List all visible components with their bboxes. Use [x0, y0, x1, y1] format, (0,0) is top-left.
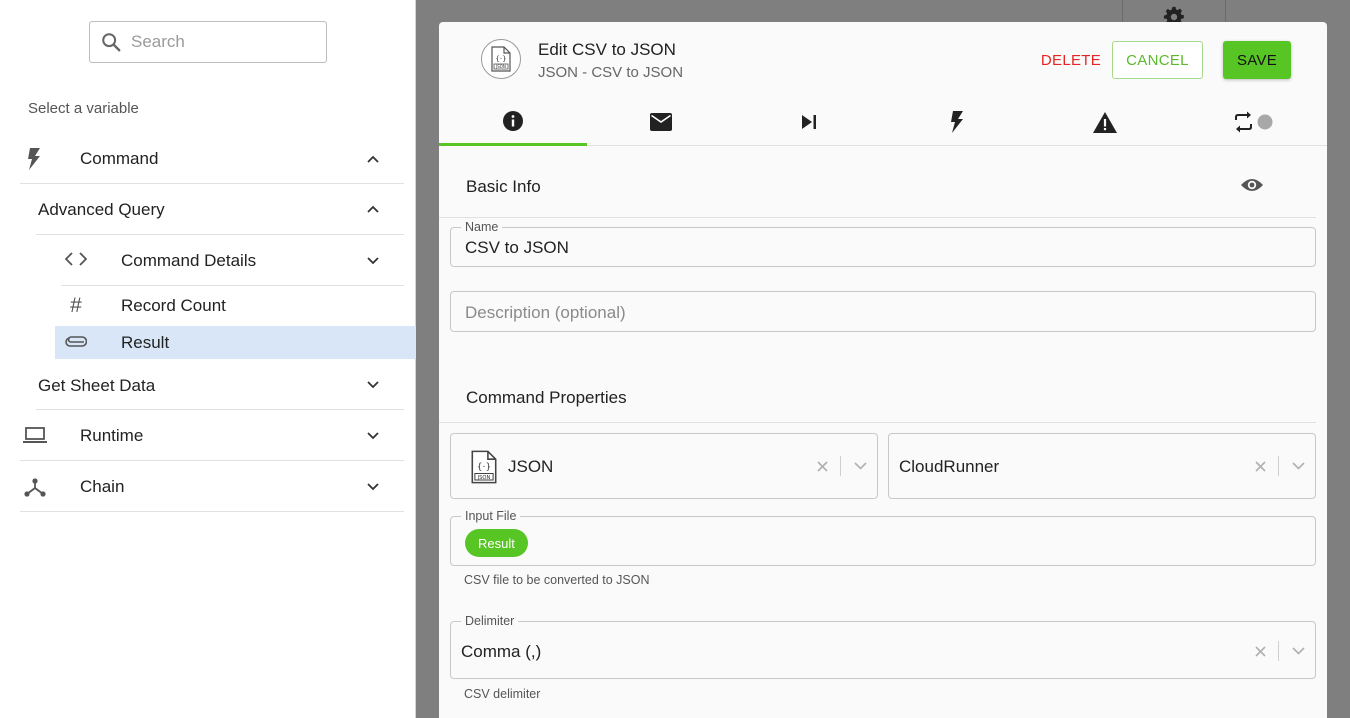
select-separator [1278, 456, 1279, 476]
chevron-up-icon[interactable] [366, 202, 380, 216]
save-button[interactable]: SAVE [1223, 41, 1291, 79]
svg-text:{·}: {·} [477, 463, 491, 473]
delimiter-helper: CSV delimiter [464, 687, 541, 701]
warning-icon [1093, 111, 1117, 133]
svg-text:JSON: JSON [495, 64, 506, 69]
tab-next[interactable] [735, 98, 883, 146]
tab-info[interactable] [439, 98, 587, 146]
clear-icon[interactable] [1253, 644, 1267, 658]
tree-item-chain[interactable]: Chain [20, 461, 404, 512]
modal-title: Edit CSV to JSON [538, 40, 676, 59]
variable-picker-panel: Select a variable Command Advanced Query… [0, 0, 416, 718]
input-file-chip[interactable]: Result [465, 529, 528, 557]
connector-select[interactable]: {·} JSON JSON [450, 433, 878, 499]
json-file-icon: {·} JSON [481, 39, 521, 79]
svg-text:{·}: {·} [495, 55, 506, 63]
chevron-up-icon[interactable] [366, 152, 380, 166]
tree-item-runtime[interactable]: Runtime [20, 410, 404, 461]
lightning-icon [26, 147, 42, 171]
json-file-icon: {·} JSON [471, 450, 497, 489]
chain-icon [23, 476, 47, 498]
chevron-down-icon[interactable] [366, 254, 380, 268]
laptop-icon [22, 425, 48, 445]
input-file-field[interactable]: Input File Result [450, 509, 1316, 566]
search-icon [102, 33, 121, 52]
tree-item-advanced-query[interactable]: Advanced Query [36, 184, 404, 235]
tree-item-label: Record Count [121, 296, 226, 315]
hash-icon: # [70, 294, 82, 317]
search-input[interactable] [131, 32, 311, 52]
tab-notifications[interactable] [587, 98, 735, 146]
chevron-down-icon[interactable] [1291, 459, 1305, 473]
delimiter-label: Delimiter [461, 614, 519, 628]
tree-item-label: Runtime [80, 426, 144, 445]
name-value[interactable]: CSV to JSON [465, 238, 569, 258]
chevron-down-icon[interactable] [853, 459, 867, 473]
svg-text:JSON: JSON [477, 475, 491, 481]
name-label: Name [461, 220, 503, 234]
tree-item-label: Command Details [121, 251, 257, 270]
edit-command-modal: {·} JSON Edit CSV to JSON JSON - CSV to J… [439, 22, 1327, 718]
tree-item-label: Result [121, 333, 170, 352]
tree-item-label: Advanced Query [38, 200, 165, 219]
chevron-down-icon[interactable] [1291, 644, 1305, 658]
background-divider [1225, 0, 1226, 22]
tab-retry[interactable] [1179, 98, 1327, 146]
delete-button[interactable]: DELETE [1027, 41, 1115, 79]
clear-icon[interactable] [815, 459, 829, 473]
select-separator [1278, 641, 1279, 661]
tree-item-record-count[interactable]: # Record Count [61, 286, 404, 326]
search-box[interactable] [89, 21, 327, 63]
background-divider [1122, 0, 1123, 22]
tree-item-get-sheet-data[interactable]: Get Sheet Data [36, 359, 404, 410]
tree-item-command[interactable]: Command [20, 134, 404, 184]
command-properties-header: Command Properties [439, 362, 1316, 423]
tree-item-result[interactable]: Result [55, 326, 416, 359]
input-file-helper: CSV file to be converted to JSON [464, 573, 650, 587]
select-variable-label: Select a variable [28, 100, 139, 117]
chevron-down-icon[interactable] [366, 429, 380, 443]
skip-next-icon [802, 115, 816, 129]
input-file-label: Input File [461, 509, 521, 523]
eye-icon[interactable] [1240, 177, 1264, 198]
chevron-down-icon[interactable] [366, 378, 380, 392]
info-icon [503, 110, 523, 131]
runner-value: CloudRunner [899, 457, 1000, 476]
modal-subtitle: JSON - CSV to JSON [538, 64, 684, 81]
lightning-icon [951, 111, 963, 133]
description-placeholder[interactable]: Description (optional) [465, 303, 626, 323]
name-field[interactable]: Name CSV to JSON [450, 220, 1316, 267]
tab-errors[interactable] [1031, 98, 1179, 146]
tree-item-label: Chain [80, 477, 125, 496]
delimiter-value: Comma (,) [461, 642, 542, 661]
description-field[interactable]: Description (optional) [450, 291, 1316, 332]
paperclip-icon [64, 334, 88, 350]
clear-icon[interactable] [1253, 459, 1267, 473]
chevron-down-icon[interactable] [366, 480, 380, 494]
mail-icon [650, 113, 672, 131]
repeat-icon [1235, 111, 1273, 133]
tree-item-label: Command [80, 149, 159, 168]
select-separator [840, 456, 841, 476]
basic-info-header: Basic Info [439, 146, 1316, 218]
runner-select[interactable]: CloudRunner [888, 433, 1316, 499]
tree-item-command-details[interactable]: Command Details [61, 235, 404, 286]
command-properties-title: Command Properties [466, 388, 627, 407]
delimiter-select[interactable]: Delimiter Comma (,) [450, 614, 1316, 679]
connector-value: JSON [508, 457, 554, 476]
modal-tabs [439, 98, 1327, 146]
basic-info-title: Basic Info [466, 177, 541, 196]
code-icon [64, 250, 88, 268]
tree-item-label: Get Sheet Data [38, 376, 156, 395]
tab-triggers[interactable] [883, 98, 1031, 146]
cancel-button[interactable]: CANCEL [1112, 41, 1203, 79]
